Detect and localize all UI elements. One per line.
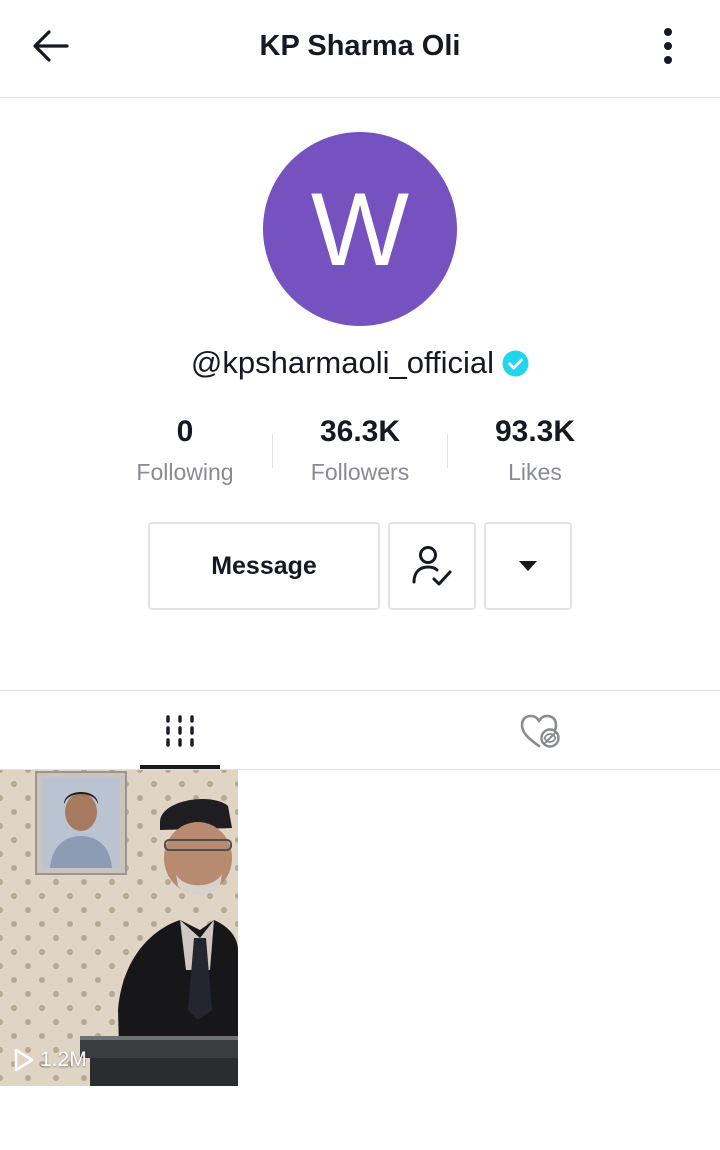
top-bar: KP Sharma Oli [0,0,720,98]
message-button[interactable]: Message [148,522,380,610]
caret-down-icon [519,561,537,571]
verified-badge-icon [502,350,529,377]
profile-stats: 0 Following 36.3K Followers 93.3K Likes [0,412,720,492]
followers-label: Followers [310,459,410,485]
video-thumbnail[interactable]: 1.2M [0,770,238,1086]
stat-divider [447,434,448,468]
username-row: @kpsharmaoli_official [0,338,720,388]
stat-likes[interactable]: 93.3K Likes [450,412,620,492]
profile-tabs [0,690,720,770]
active-tab-indicator [140,765,220,769]
user-check-icon [412,546,452,586]
grid-icon [166,714,194,747]
tab-videos[interactable] [0,691,360,770]
play-outline-icon [14,1048,34,1072]
video-views: 1.2M [14,1048,87,1072]
following-label: Following [136,459,234,485]
profile-actions: Message [0,522,720,610]
stat-following[interactable]: 0 Following [100,412,270,492]
avatar-initial: W [310,172,410,288]
video-thumbnail-image [0,770,238,1086]
view-count: 1.2M [40,1048,87,1071]
avatar[interactable]: W [263,132,457,326]
likes-label: Likes [508,459,562,485]
following-count: 0 [176,415,194,448]
following-status-button[interactable] [388,522,476,610]
stat-followers[interactable]: 36.3K Followers [275,412,445,492]
more-options-button[interactable] [648,22,688,70]
message-button-label: Message [211,551,317,580]
heart-hidden-icon [520,714,560,748]
more-vertical-icon [664,28,672,64]
stat-divider [272,434,273,468]
likes-count: 93.3K [494,415,576,448]
username: @kpsharmaoli_official [190,345,495,380]
suggested-accounts-dropdown[interactable] [484,522,572,610]
followers-count: 36.3K [319,415,401,448]
page-title: KP Sharma Oli [259,30,461,62]
tab-liked[interactable] [360,691,720,770]
